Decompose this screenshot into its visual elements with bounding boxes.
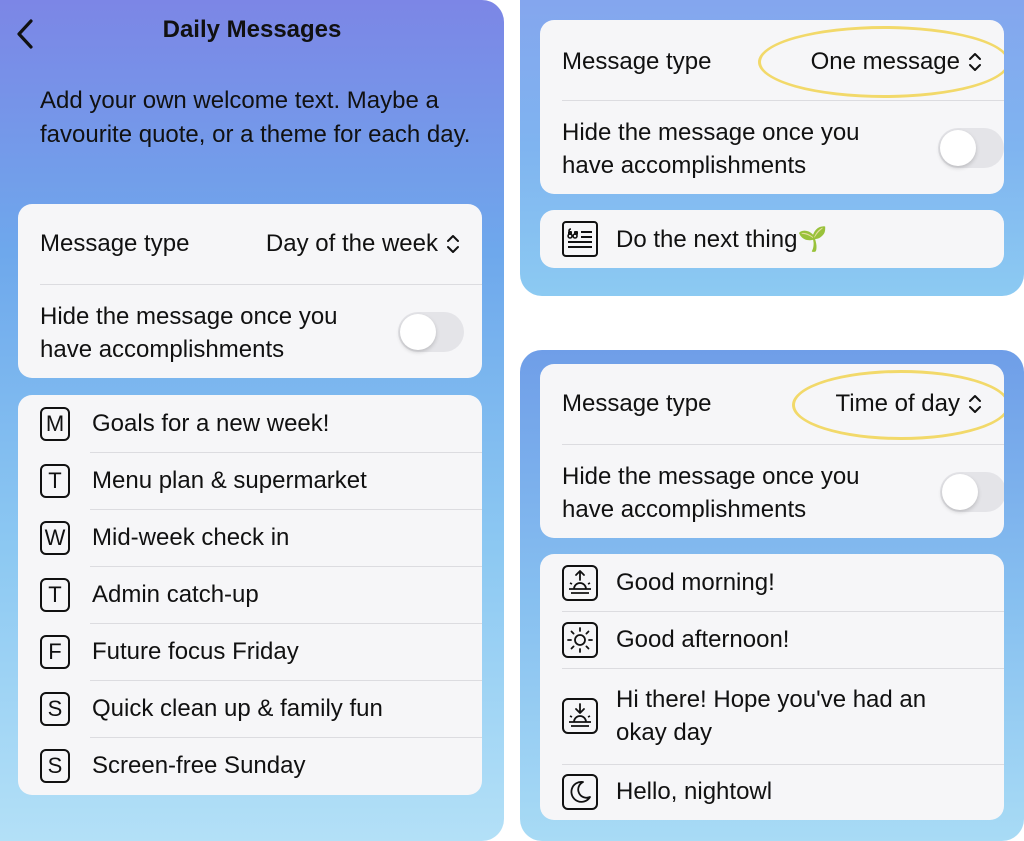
time-of-day-panel: Message type Time of day Hide the messag… (520, 350, 1024, 841)
day-message-text: Admin catch-up (92, 580, 259, 608)
hide-message-label: Hide the message once you have accomplis… (562, 116, 860, 182)
page-title: Daily Messages (162, 16, 342, 43)
message-type-label: Message type (562, 48, 712, 75)
time-message-list: Good morning! Good afternoon! Hi there! … (540, 554, 1004, 820)
toggle-knob (942, 474, 978, 510)
settings-card: Message type Day of the week Hide the me… (18, 204, 482, 378)
chevron-updown-icon (447, 235, 459, 253)
item-text: Hi there! Hope you've had an okay day (616, 683, 926, 749)
day-message-row[interactable]: W Mid-week check in (40, 509, 482, 566)
list-item[interactable]: Do the next thing🌱 (562, 210, 1004, 268)
list-item[interactable]: Good morning! (562, 554, 1004, 611)
day-letter-badge: F (40, 634, 70, 669)
chevron-updown-icon (969, 395, 981, 413)
moon-icon (562, 774, 598, 810)
chevron-updown-icon (969, 53, 981, 71)
message-type-value: Time of day (835, 390, 961, 417)
settings-card: Message type Time of day Hide the messag… (540, 364, 1004, 538)
item-text-line-2: okay day (616, 719, 713, 746)
day-letter-badge: M (40, 406, 70, 441)
hide-line-1: Hide the message once you (562, 119, 860, 146)
intro-text: Add your own welcome text. Maybe a favou… (40, 87, 471, 148)
day-message-row[interactable]: S Quick clean up & family fun (40, 680, 482, 737)
hide-line-1: Hide the message once you (562, 463, 860, 490)
hide-line-2: have accomplishments (562, 496, 807, 523)
list-item[interactable]: Hi there! Hope you've had an okay day (562, 668, 1004, 764)
single-message-card[interactable]: Do the next thing🌱 (540, 210, 1004, 268)
day-letter-badge: T (40, 463, 70, 498)
hide-line-1: Hide the message once you (40, 303, 338, 330)
day-message-text: Goals for a new week! (92, 409, 330, 437)
divider (40, 284, 482, 285)
one-message-panel: Message type One message Hide the messag… (520, 0, 1024, 296)
day-letter-badge: T (40, 577, 70, 612)
day-message-list: M Goals for a new week! T Menu plan & super… (18, 395, 482, 795)
sun-icon (562, 621, 598, 658)
message-type-value: One message (810, 48, 960, 75)
item-text-line-1: Hi there! Hope you've had an (616, 686, 927, 713)
day-message-text: Menu plan & supermarket (92, 466, 367, 494)
hide-message-toggle[interactable] (938, 128, 1004, 168)
item-text: Good afternoon! (616, 625, 790, 653)
day-letter-badge: S (40, 691, 70, 726)
day-letter-badge: W (40, 520, 70, 555)
toggle-knob (400, 314, 436, 350)
sunset-icon (562, 698, 598, 734)
hide-line-2: have accomplishments (562, 152, 807, 179)
quote-icon (562, 221, 598, 257)
day-message-row[interactable]: S Screen-free Sunday (40, 737, 482, 794)
list-item[interactable]: Hello, nightowl (562, 764, 1004, 820)
day-message-text: Future focus Friday (92, 637, 299, 665)
hide-message-toggle[interactable] (940, 472, 1004, 512)
day-letter-badge: S (40, 748, 70, 783)
settings-card: Message type One message Hide the messag… (540, 20, 1004, 194)
toggle-knob (940, 130, 976, 166)
day-message-text: Screen-free Sunday (92, 751, 306, 779)
hide-message-label: Hide the message once you have accomplis… (40, 300, 338, 366)
item-text: Hello, nightowl (616, 778, 773, 805)
message-type-label: Message type (562, 390, 712, 417)
message-type-select[interactable]: Time of day (836, 390, 983, 418)
day-message-row[interactable]: T Admin catch-up (40, 566, 482, 623)
message-text: Do the next thing🌱 (616, 225, 828, 253)
divider (562, 444, 1004, 445)
day-message-row[interactable]: T Menu plan & supermarket (40, 452, 482, 509)
message-type-select[interactable]: One message (811, 48, 982, 76)
hide-message-toggle[interactable] (398, 312, 464, 352)
message-type-value: Day of the week (265, 230, 438, 257)
day-message-text: Quick clean up & family fun (92, 694, 383, 722)
day-of-week-panel: Daily Messages Add your own welcome text… (0, 0, 504, 841)
item-text: Good morning! (616, 568, 775, 596)
divider (562, 100, 1004, 101)
hide-message-label: Hide the message once you have accomplis… (562, 460, 860, 526)
day-message-text: Mid-week check in (92, 523, 290, 551)
message-type-label: Message type (40, 230, 190, 257)
message-type-select[interactable]: Day of the week (266, 230, 460, 258)
list-item[interactable]: Good afternoon! (562, 611, 1004, 668)
sunrise-icon (562, 564, 598, 601)
day-message-row[interactable]: F Future focus Friday (40, 623, 482, 680)
hide-line-2: have accomplishments (40, 336, 285, 363)
day-message-row[interactable]: M Goals for a new week! (40, 395, 482, 452)
